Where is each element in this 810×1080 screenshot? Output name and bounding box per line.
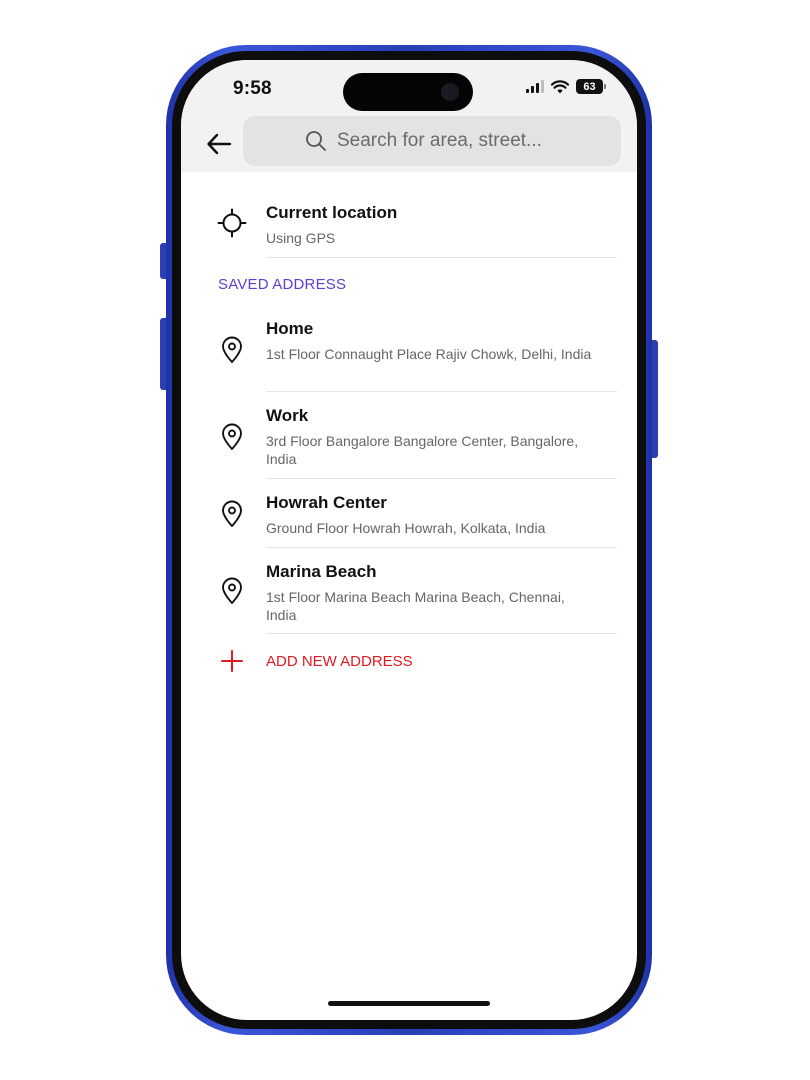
home-indicator[interactable] bbox=[328, 1001, 490, 1006]
signal-icon bbox=[526, 80, 544, 93]
divider bbox=[266, 391, 617, 392]
arrow-left-icon bbox=[207, 133, 232, 155]
address-subtitle: 1st Floor Connaught Place Rajiv Chowk, D… bbox=[266, 346, 592, 362]
divider bbox=[266, 257, 617, 258]
address-title: Marina Beach bbox=[266, 562, 377, 581]
current-location-subtitle: Using GPS bbox=[266, 230, 336, 246]
header: 9:58 63 bbox=[181, 60, 637, 172]
divider bbox=[266, 478, 617, 479]
phone-screen: 9:58 63 Search for area, street... Curre… bbox=[181, 60, 637, 1020]
current-location-row[interactable]: Current location Using GPS bbox=[181, 196, 637, 256]
address-item-work[interactable]: Work 3rd Floor Bangalore Bangalore Cente… bbox=[181, 400, 637, 470]
divider bbox=[266, 547, 617, 548]
location-pin-icon bbox=[217, 499, 247, 529]
divider bbox=[266, 633, 617, 634]
dynamic-island bbox=[343, 73, 473, 111]
add-new-address-button[interactable]: ADD NEW ADDRESS bbox=[181, 644, 637, 680]
search-input[interactable] bbox=[335, 129, 559, 153]
crosshair-icon bbox=[217, 208, 247, 238]
address-title: Howrah Center bbox=[266, 493, 387, 512]
current-location-title: Current location bbox=[266, 203, 398, 222]
location-pin-icon bbox=[217, 335, 247, 365]
location-pin-icon bbox=[217, 576, 247, 606]
address-subtitle: 3rd Floor Bangalore Bangalore Center, Ba… bbox=[266, 433, 579, 467]
plus-icon bbox=[221, 650, 243, 672]
search-bar[interactable] bbox=[243, 116, 621, 166]
battery-icon: 63 bbox=[576, 79, 606, 94]
address-subtitle: 1st Floor Marina Beach Marina Beach, Che… bbox=[266, 589, 565, 623]
address-item-marina-beach[interactable]: Marina Beach 1st Floor Marina Beach Mari… bbox=[181, 556, 637, 626]
status-icons: 63 bbox=[526, 79, 606, 94]
address-item-home[interactable]: Home 1st Floor Connaught Place Rajiv Cho… bbox=[181, 313, 637, 383]
back-button[interactable] bbox=[203, 128, 235, 160]
wifi-icon bbox=[551, 79, 569, 93]
address-title: Work bbox=[266, 406, 309, 425]
address-subtitle: Ground Floor Howrah Howrah, Kolkata, Ind… bbox=[266, 520, 546, 536]
add-new-address-label: ADD NEW ADDRESS bbox=[266, 653, 413, 670]
location-pin-icon bbox=[217, 422, 247, 452]
search-icon bbox=[306, 131, 326, 151]
camera-icon bbox=[441, 83, 459, 101]
address-item-howrah-center[interactable]: Howrah Center Ground Floor Howrah Howrah… bbox=[181, 487, 637, 542]
address-title: Home bbox=[266, 319, 314, 338]
saved-address-heading: SAVED ADDRESS bbox=[218, 276, 347, 293]
status-time: 9:58 bbox=[233, 78, 272, 99]
